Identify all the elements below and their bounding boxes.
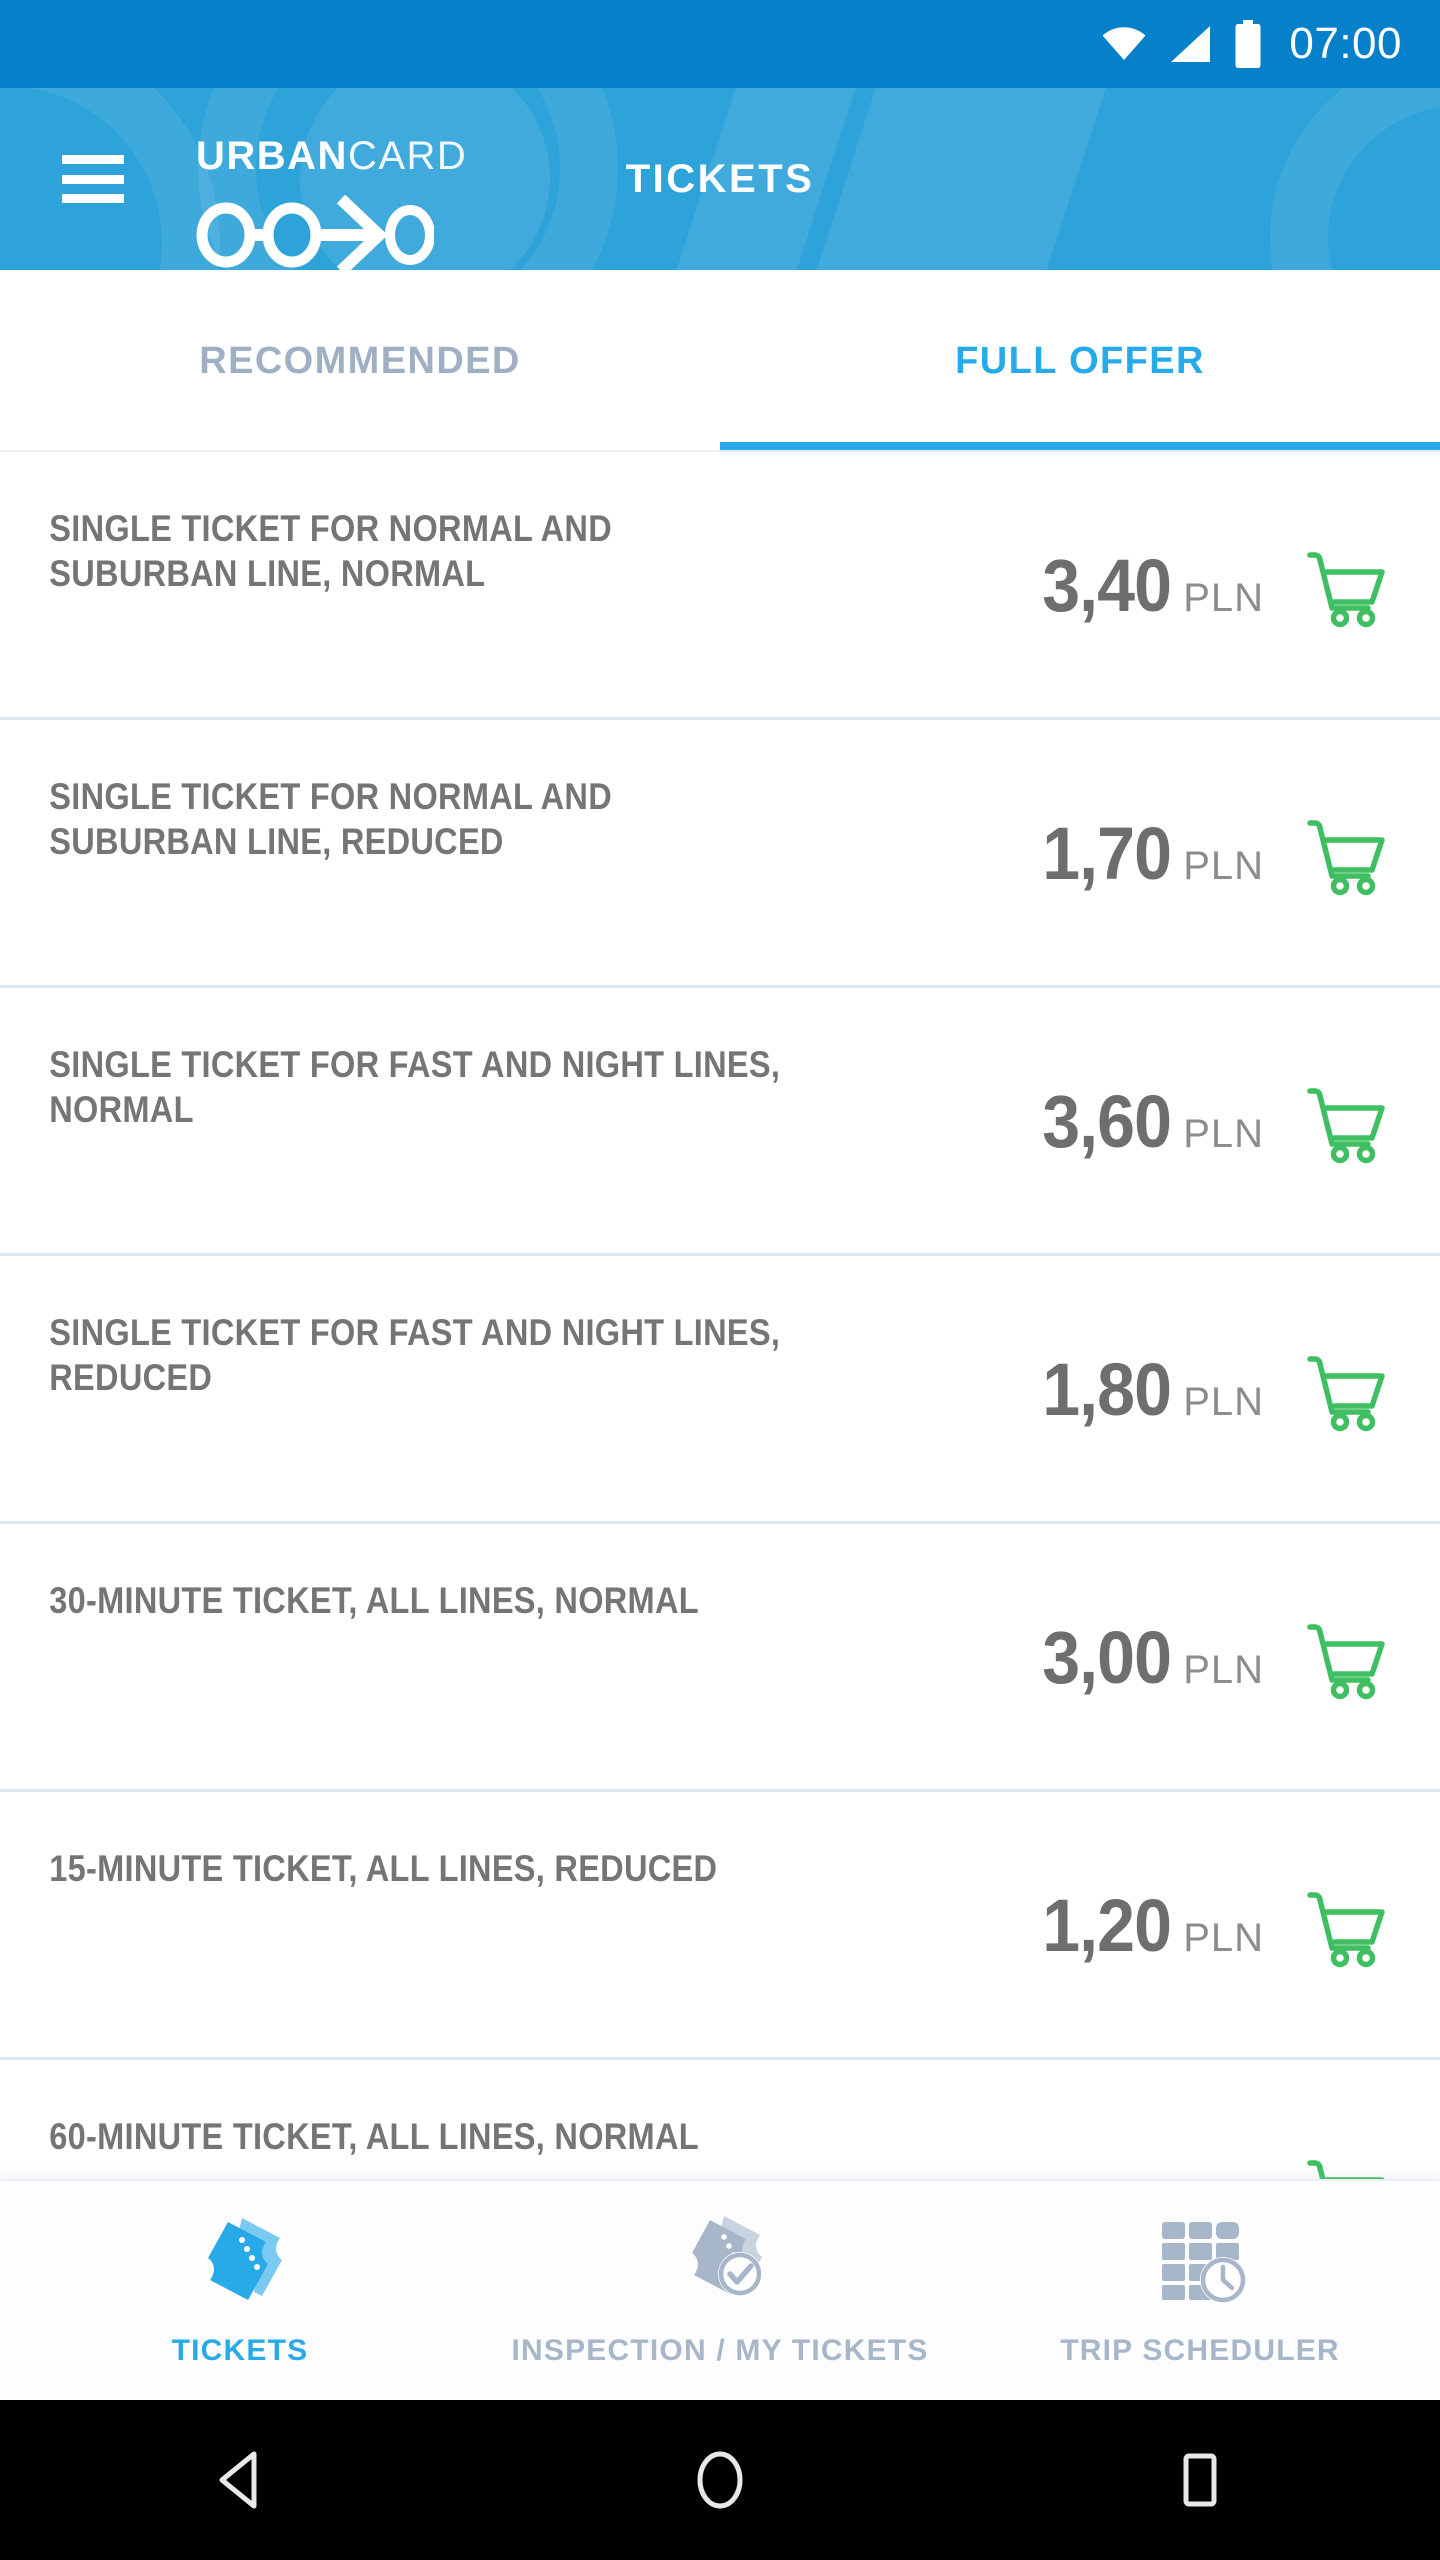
ticket-price-currency: PLN — [1183, 1111, 1264, 1156]
ticket-price-currency: PLN — [1183, 1379, 1264, 1424]
ticket-price-amount: 1,20 — [1042, 1883, 1172, 1967]
nav-item-trip-scheduler[interactable]: TRIP SCHEDULER — [960, 2181, 1440, 2400]
ticket-check-icon — [668, 2204, 772, 2308]
nav-item-inspection-label: INSPECTION / MY TICKETS — [511, 2333, 929, 2367]
app-screen: 07:00 URBANCARD TICKETS RECOMMENDED FULL… — [0, 0, 1440, 2560]
ticket-price-amount: 3,60 — [1042, 1079, 1172, 1163]
ticket-price: 1,70 PLN — [1031, 811, 1264, 896]
nav-item-tickets[interactable]: TICKETS — [0, 2181, 480, 2400]
status-bar: 07:00 — [0, 0, 1440, 88]
ticket-row-right: 1,20 PLN — [905, 1846, 1440, 2004]
ticket-title: 15-MINUTE TICKET, ALL LINES, REDUCED — [49, 1848, 718, 1889]
brand-name-light: CARD — [347, 134, 468, 178]
ticket-row-right: 3,40 PLN — [905, 506, 1440, 664]
tickets-icon — [188, 2204, 292, 2308]
shopping-cart-icon[interactable] — [1302, 1614, 1388, 1700]
ticket-row-right — [905, 2114, 1440, 2179]
ticket-row[interactable]: 60-MINUTE TICKET, ALL LINES, NORMAL — [0, 2060, 1440, 2179]
ticket-price: 3,40 PLN — [1031, 543, 1264, 628]
ticket-row[interactable]: 15-MINUTE TICKET, ALL LINES, REDUCED 1,20… — [0, 1792, 1440, 2060]
urbancard-transit-logo — [196, 194, 435, 270]
tab-recommended[interactable]: RECOMMENDED — [0, 270, 720, 452]
tab-recommended-label: RECOMMENDED — [199, 339, 521, 382]
ticket-price-currency: PLN — [1183, 1915, 1264, 1960]
nav-item-trip-scheduler-label: TRIP SCHEDULER — [1060, 2333, 1340, 2367]
shopping-cart-icon[interactable] — [1302, 2150, 1388, 2179]
tab-full-offer-label: FULL OFFER — [955, 339, 1205, 382]
status-bar-clock: 07:00 — [1289, 19, 1402, 68]
ticket-title: SINGLE TICKET FOR FAST AND NIGHT LINES, … — [49, 1044, 781, 1131]
ticket-price-amount: 3,40 — [1042, 543, 1172, 627]
android-navigation-bar — [0, 2400, 1440, 2560]
ticket-row-right: 1,70 PLN — [905, 774, 1440, 932]
wifi-icon — [1102, 27, 1146, 60]
ticket-title: SINGLE TICKET FOR FAST AND NIGHT LINES, … — [49, 1312, 781, 1399]
ticket-row[interactable]: 30-MINUTE TICKET, ALL LINES, NORMAL 3,00 P… — [0, 1524, 1440, 1792]
timetable-clock-icon — [1148, 2204, 1252, 2308]
nav-item-inspection-my-tickets[interactable]: INSPECTION / MY TICKETS — [480, 2181, 960, 2400]
ticket-price-amount: 1,70 — [1042, 811, 1172, 895]
ticket-title: 60-MINUTE TICKET, ALL LINES, NORMAL — [49, 2116, 699, 2157]
ticket-row[interactable]: SINGLE TICKET FOR NORMAL AND SUBURBAN LI… — [0, 720, 1440, 988]
ticket-row[interactable]: SINGLE TICKET FOR FAST AND NIGHT LINES, … — [0, 988, 1440, 1256]
ticket-title: SINGLE TICKET FOR NORMAL AND SUBURBAN LI… — [49, 508, 612, 595]
ticket-row-right: 3,00 PLN — [905, 1578, 1440, 1736]
home-circle-icon[interactable] — [660, 2420, 780, 2540]
nav-item-tickets-label: TICKETS — [171, 2333, 309, 2367]
ticket-title: SINGLE TICKET FOR NORMAL AND SUBURBAN LI… — [49, 776, 612, 863]
ticket-price: 3,60 PLN — [1031, 1079, 1264, 1164]
shopping-cart-icon[interactable] — [1302, 1346, 1388, 1432]
tab-full-offer[interactable]: FULL OFFER — [720, 270, 1440, 452]
ticket-price-currency: PLN — [1183, 1647, 1264, 1692]
status-bar-icons — [1101, 20, 1263, 68]
cellular-signal-icon — [1171, 26, 1211, 62]
page-title-text: TICKETS — [625, 156, 815, 201]
ticket-price: 1,80 PLN — [1031, 1347, 1264, 1432]
ticket-row-right: 3,60 PLN — [905, 1042, 1440, 1200]
app-header: URBANCARD TICKETS — [0, 88, 1440, 270]
ticket-row[interactable]: SINGLE TICKET FOR NORMAL AND SUBURBAN LI… — [0, 452, 1440, 720]
hamburger-menu-icon[interactable] — [62, 155, 124, 203]
ticket-list[interactable]: SINGLE TICKET FOR NORMAL AND SUBURBAN LI… — [0, 452, 1440, 2179]
ticket-price-currency: PLN — [1183, 575, 1264, 620]
shopping-cart-icon[interactable] — [1302, 1882, 1388, 1968]
battery-icon — [1235, 20, 1261, 68]
shopping-cart-icon[interactable] — [1302, 810, 1388, 896]
bottom-navigation-bar: TICKETS INSPECTION / MY TICKETS TRIP SCH… — [0, 2179, 1440, 2400]
ticket-price-amount: 1,80 — [1042, 1347, 1172, 1431]
ticket-title: 30-MINUTE TICKET, ALL LINES, NORMAL — [49, 1580, 699, 1621]
brand-wordmark: URBANCARD — [196, 136, 467, 176]
ticket-price: 3,00 PLN — [1031, 1615, 1264, 1700]
ticket-price-amount: 3,00 — [1042, 1615, 1172, 1699]
ticket-price: 1,20 PLN — [1031, 1883, 1264, 1968]
ticket-price-currency: PLN — [1183, 843, 1264, 888]
tab-bar: RECOMMENDED FULL OFFER — [0, 270, 1440, 452]
ticket-row[interactable]: SINGLE TICKET FOR FAST AND NIGHT LINES, … — [0, 1256, 1440, 1524]
shopping-cart-icon[interactable] — [1302, 1078, 1388, 1164]
back-triangle-icon[interactable] — [180, 2420, 300, 2540]
brand-name-bold: URBAN — [196, 134, 348, 178]
shopping-cart-icon[interactable] — [1302, 542, 1388, 628]
recents-square-icon[interactable] — [1140, 2420, 1260, 2540]
brand-logo-block: URBANCARD — [196, 136, 467, 270]
ticket-row-right: 1,80 PLN — [905, 1310, 1440, 1468]
